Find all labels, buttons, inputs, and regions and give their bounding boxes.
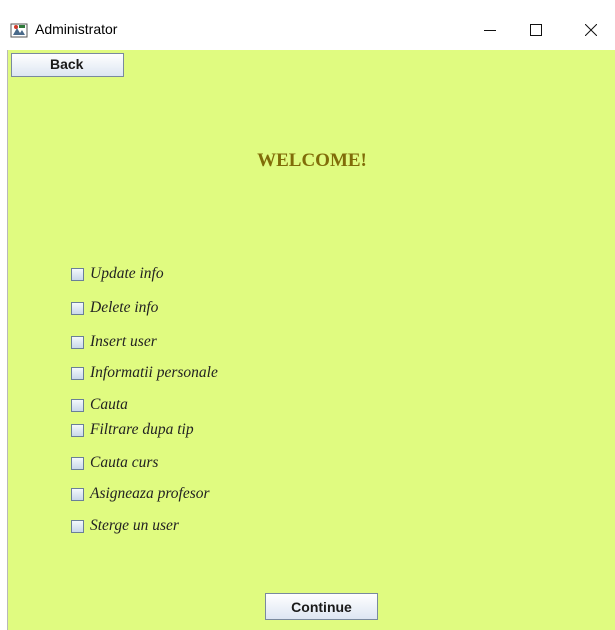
update-info-label[interactable]: Update info [90,265,164,283]
sterge-un-user-checkbox[interactable] [71,519,84,533]
close-button[interactable] [568,10,614,50]
insert-user-label[interactable]: Insert user [90,333,157,351]
option-informatii-personale[interactable]: Informatii personale [71,364,218,382]
informatii-personale-label[interactable]: Informatii personale [90,364,218,382]
window-title: Administrator [35,21,118,37]
option-delete-info[interactable]: Delete info [71,299,158,317]
filtrare-dupa-tip-checkbox[interactable] [71,423,84,437]
asigneaza-profesor-checkbox[interactable] [71,487,84,501]
cauta-curs-label[interactable]: Cauta curs [90,454,158,472]
minimize-icon [484,24,496,36]
informatii-personale-checkbox[interactable] [71,366,84,380]
content-panel: Back WELCOME! Update info Delete info In… [7,50,615,630]
delete-info-checkbox[interactable] [71,301,84,315]
close-icon [585,24,597,36]
option-filtrare-dupa-tip[interactable]: Filtrare dupa tip [71,421,194,439]
delete-info-label[interactable]: Delete info [90,299,158,317]
cauta-label[interactable]: Cauta [90,396,128,414]
option-cauta-curs[interactable]: Cauta curs [71,454,158,472]
java-app-icon [10,22,28,38]
app-window: Administrator Back WELCOME! Update info [0,0,615,630]
insert-user-checkbox[interactable] [71,335,84,349]
back-button[interactable]: Back [11,53,124,77]
option-asigneaza-profesor[interactable]: Asigneaza profesor [71,485,210,503]
option-sterge-un-user[interactable]: Sterge un user [71,517,179,535]
option-insert-user[interactable]: Insert user [71,333,157,351]
asigneaza-profesor-label[interactable]: Asigneaza profesor [90,485,210,503]
sterge-un-user-label[interactable]: Sterge un user [90,517,179,535]
welcome-heading: WELCOME! [257,150,367,171]
filtrare-dupa-tip-label[interactable]: Filtrare dupa tip [90,421,194,439]
maximize-button[interactable] [513,10,559,50]
option-cauta[interactable]: Cauta [71,396,128,414]
maximize-icon [530,24,542,36]
update-info-checkbox[interactable] [71,267,84,281]
continue-button[interactable]: Continue [265,593,378,620]
option-update-info[interactable]: Update info [71,265,164,283]
title-bar[interactable]: Administrator [0,0,615,50]
cauta-curs-checkbox[interactable] [71,456,84,470]
minimize-button[interactable] [467,10,513,50]
cauta-checkbox[interactable] [71,398,84,412]
